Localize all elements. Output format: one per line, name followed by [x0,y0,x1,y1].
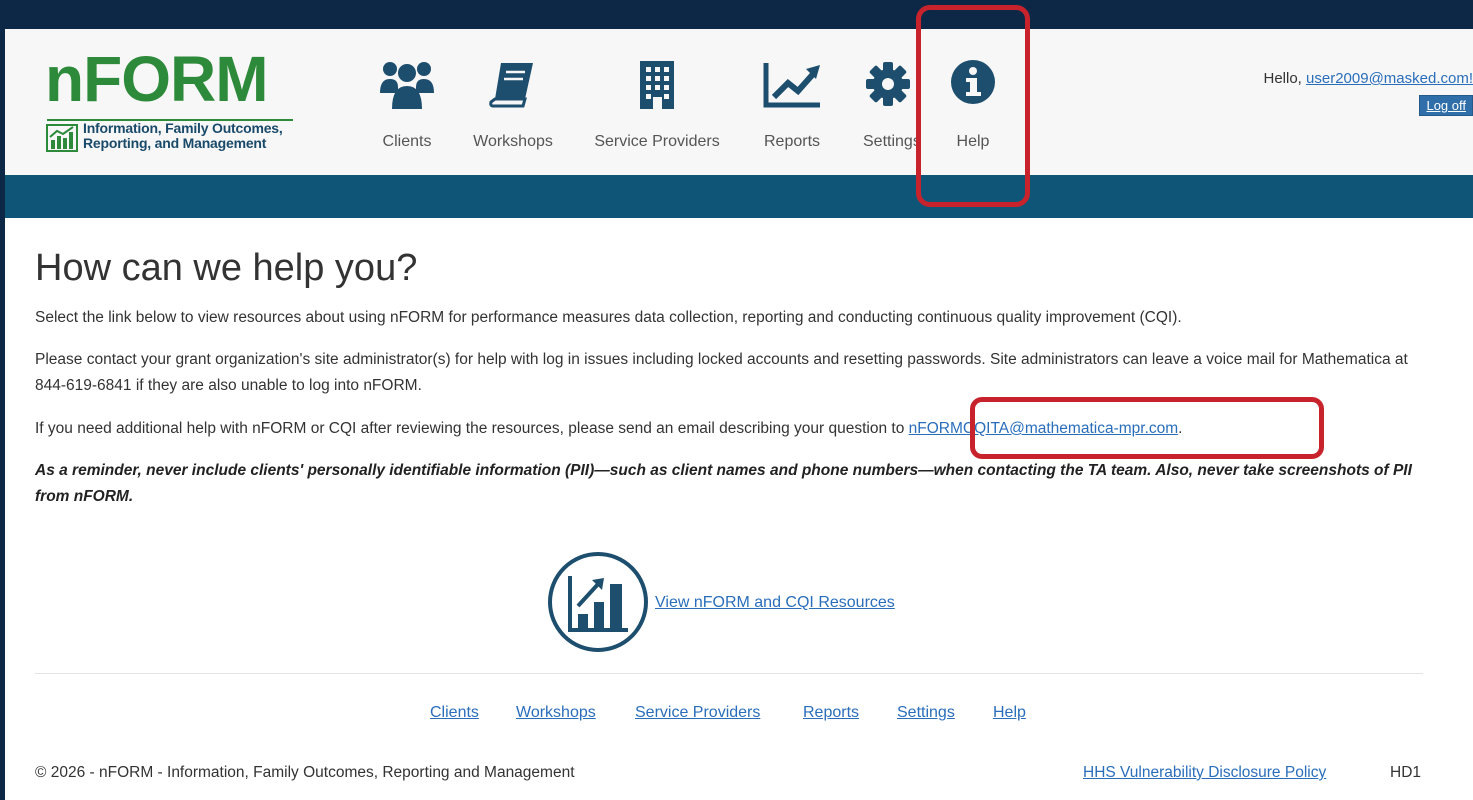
footer-link-help[interactable]: Help [993,704,1026,722]
line-chart-icon [763,63,820,108]
intro-paragraph: Select the link below to view resources … [35,309,1182,326]
footer-link-workshops[interactable]: Workshops [516,704,596,722]
nav-workshops[interactable]: Workshops [465,29,561,175]
logoff-button[interactable]: Log off [1419,95,1473,116]
nav-reports[interactable]: Reports [757,29,827,175]
building-icon [640,61,674,109]
page-title: How can we help you? [35,247,418,289]
book-icon [489,63,533,108]
nav-clients[interactable]: Clients [375,29,439,175]
view-resources-link[interactable]: View nFORM and CQI Resources [655,594,895,612]
nav-settings-label: Settings [863,133,921,150]
logo-wordmark: nFORM [45,43,268,115]
nav-service-providers[interactable]: Service Providers [587,29,727,175]
logo-chart-icon [46,124,78,152]
footer-link-settings[interactable]: Settings [897,704,955,722]
nav-settings[interactable]: Settings [855,29,921,175]
logo-tagline: Information, Family Outcomes, Reporting,… [83,121,283,151]
logo-tagline-line2: Reporting, and Management [83,135,267,151]
users-icon [380,62,434,109]
copyright-text: © 2026 - nFORM - Information, Family Out… [35,764,575,781]
footer-link-service-providers[interactable]: Service Providers [635,704,760,722]
pii-warning: As a reminder, never include clients' pe… [35,462,1412,505]
server-id: HD1 [1390,764,1422,781]
nav-workshops-label: Workshops [473,133,553,150]
footer-link-clients[interactable]: Clients [430,704,479,722]
email-help-text: If you need additional help with nFORM o… [35,420,909,437]
header-band [5,175,1473,218]
user-email-link[interactable]: user2009@masked.com! [1306,70,1473,87]
nav-service-providers-label: Service Providers [594,133,720,150]
footer-link-reports[interactable]: Reports [803,704,859,722]
help-highlight-box [916,5,1030,207]
header: nFORM Information, Family Outcomes, Repo… [5,29,1473,175]
gear-icon [866,62,910,106]
admin-contact-paragraph: Please contact your grant organization's… [35,351,1408,394]
nav-reports-label: Reports [763,133,821,150]
nform-logo[interactable]: nFORM Information, Family Outcomes, Repo… [45,47,305,157]
nav-clients-label: Clients [382,133,432,150]
resources-chart-icon[interactable] [546,550,650,654]
footer-divider [35,673,1423,674]
email-highlight-box [970,397,1324,459]
hhs-policy-link[interactable]: HHS Vulnerability Disclosure Policy [1083,764,1326,782]
logo-tagline-line1: Information, Family Outcomes, [83,120,283,136]
user-greeting: Hello, user2009@masked.com! [1263,70,1473,87]
greeting-text: Hello, [1263,70,1307,87]
